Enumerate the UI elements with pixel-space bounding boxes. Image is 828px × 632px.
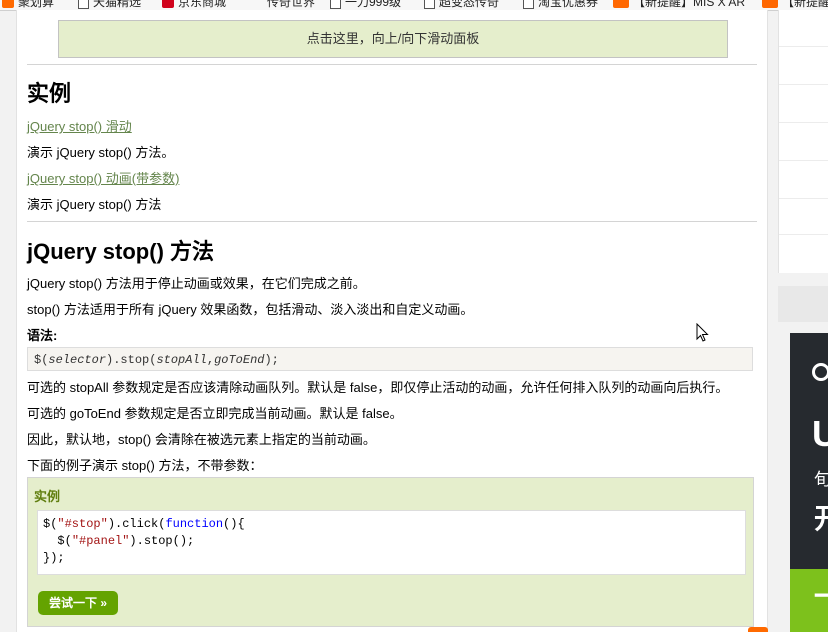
ad-text: U	[812, 413, 828, 454]
ad-text: 一	[814, 575, 828, 615]
page-icon	[330, 0, 341, 10]
method-heading: jQuery stop() 方法	[27, 239, 215, 264]
sidebar-divider	[779, 160, 828, 161]
example-title: 实例	[34, 489, 61, 504]
sidebar-ad[interactable]: U 旬 开 一	[790, 333, 828, 632]
paragraph: 下面的例子演示 stop() 方法，不带参数：	[27, 458, 263, 473]
sidebar-divider	[779, 122, 828, 123]
jd-icon	[162, 0, 174, 8]
bookmark-chuanqi[interactable]: 传奇世界	[267, 0, 315, 9]
sidebar-divider	[779, 234, 828, 235]
paragraph: 可选的 goToEnd 参数规定是否立即完成当前动画。默认是 false。	[27, 406, 403, 421]
code-line: $("#stop").click(function(){	[43, 517, 245, 531]
sidebar-divider	[779, 46, 828, 47]
bookmark-mi-1[interactable]: 【新提醒】MIS X AR	[613, 0, 745, 9]
bookmark-tmall[interactable]: 天猫精选	[78, 0, 141, 10]
example-desc: 演示 jQuery stop() 方法	[27, 197, 162, 212]
bookmark-jd[interactable]: 京东商城	[162, 0, 226, 9]
bookmark-yidao[interactable]: 一刀999级	[330, 0, 401, 10]
syntax-label: 语法:	[27, 328, 58, 343]
sidebar-divider	[779, 84, 828, 85]
example-desc: 演示 jQuery stop() 方法。	[27, 145, 175, 160]
paragraph: 可选的 stopAll 参数规定是否应该清除动画队列。默认是 false，即仅停…	[27, 380, 729, 395]
ad-text: 开	[814, 497, 828, 537]
ad-text: 旬	[814, 470, 828, 489]
code-block: $("#stop").click(function(){ $("#panel")…	[37, 510, 746, 575]
divider	[27, 221, 757, 222]
example-link-stop-slide[interactable]: jQuery stop() 滑动	[27, 116, 132, 135]
sidebar-header	[778, 286, 828, 322]
floating-widget[interactable]	[748, 627, 768, 632]
example-link-stop-animate[interactable]: jQuery stop() 动画(带参数)	[27, 168, 179, 187]
examples-heading: 实例	[27, 81, 72, 106]
flip-panel[interactable]: 点击这里，向上/向下滑动面板	[58, 20, 728, 58]
orange-logo-icon	[2, 0, 14, 8]
sidebar-divider	[779, 198, 828, 199]
bookmark-taobao[interactable]: 淘宝优惠券	[523, 0, 598, 10]
page-icon	[424, 0, 435, 10]
code-line: $("#panel").stop();	[43, 534, 195, 548]
page-icon	[78, 0, 89, 10]
mouse-cursor-icon	[696, 323, 709, 342]
sidebar-panel	[778, 10, 828, 273]
main-content: 点击这里，向上/向下滑动面板 实例 jQuery stop() 滑动 演示 jQ…	[16, 10, 768, 632]
divider	[27, 64, 757, 65]
try-it-button[interactable]: 尝试一下 »	[38, 591, 118, 615]
bookmark-mi-2[interactable]: 【新提醒	[762, 0, 828, 9]
paragraph: stop() 方法适用于所有 jQuery 效果函数，包括滑动、淡入淡出和自定义…	[27, 302, 474, 317]
bookmark-juhuasuan[interactable]: 聚划算	[2, 0, 54, 9]
example-box: 实例 $("#stop").click(function(){ $("#pane…	[27, 477, 754, 627]
page-icon	[523, 0, 534, 10]
code-line: });	[43, 551, 65, 565]
gear-icon	[812, 363, 828, 381]
mi-icon	[762, 0, 778, 8]
paragraph: 因此，默认地，stop() 会清除在被选元素上指定的当前动画。	[27, 432, 376, 447]
syntax-block: $(selector).stop(stopAll,goToEnd);	[27, 347, 753, 371]
paragraph: jQuery stop() 方法用于停止动画或效果，在它们完成之前。	[27, 276, 366, 291]
mi-icon	[613, 0, 629, 8]
bookmark-chaobian[interactable]: 超变态传奇	[424, 0, 499, 10]
